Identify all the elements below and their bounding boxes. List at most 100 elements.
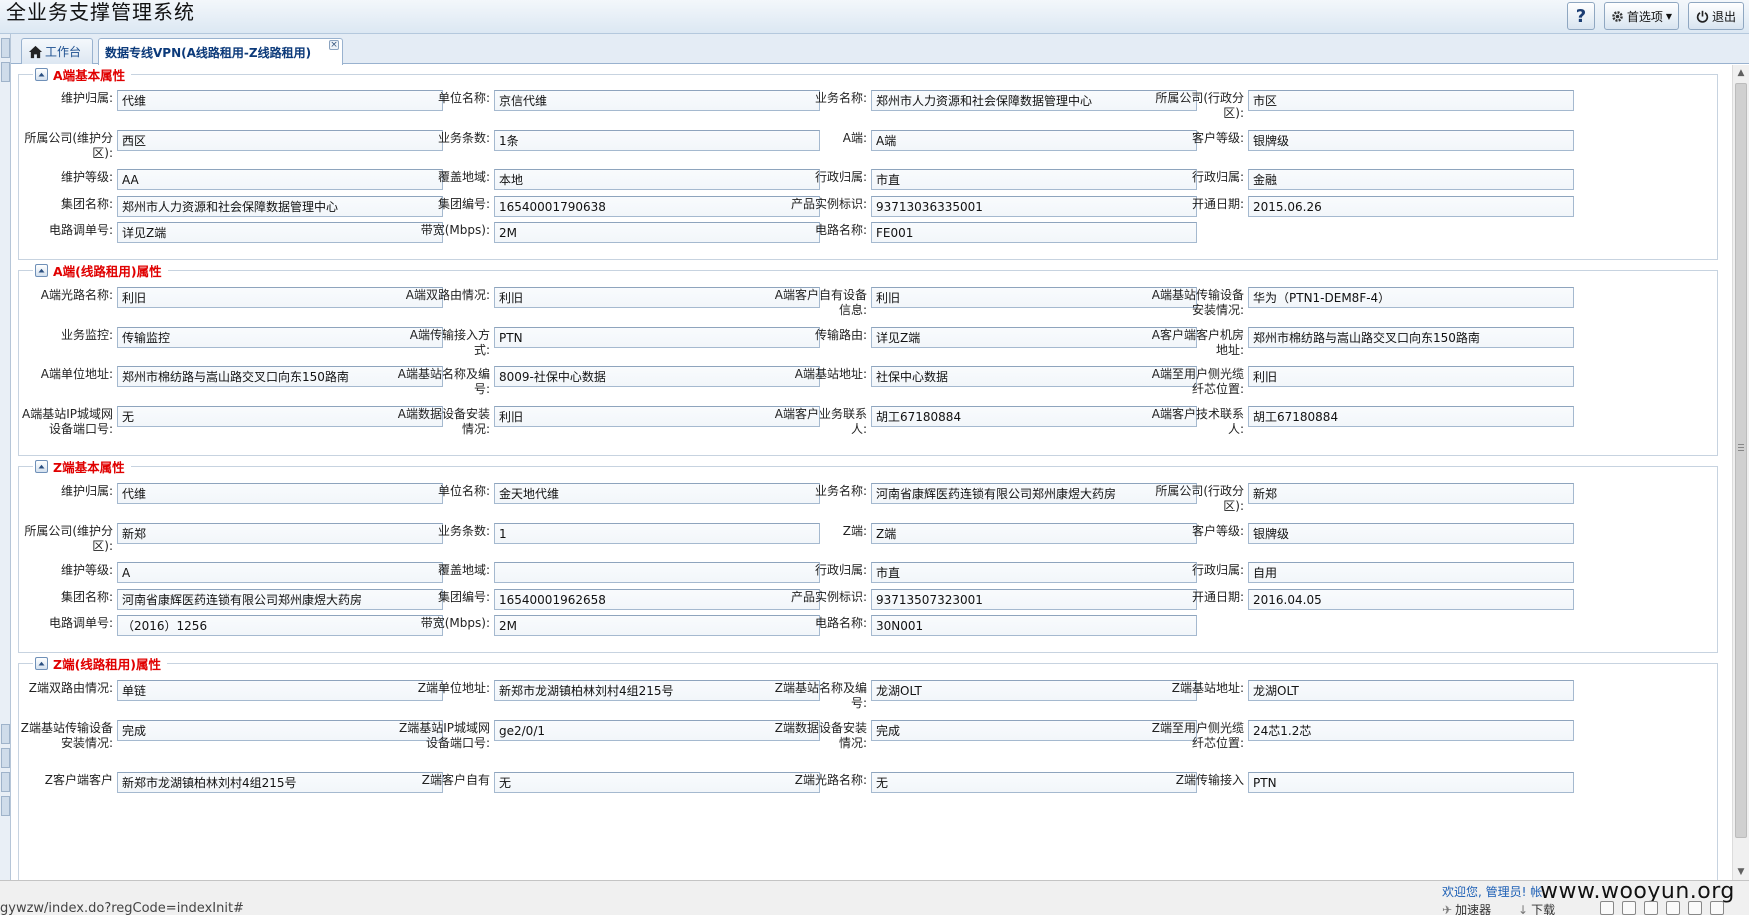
field-input[interactable] — [494, 483, 820, 504]
field-input[interactable] — [1248, 169, 1574, 190]
vertical-scrollbar[interactable]: ▲ ▼ — [1732, 65, 1749, 880]
field-input[interactable] — [494, 772, 820, 793]
field-input[interactable] — [871, 287, 1197, 308]
field-input[interactable] — [871, 406, 1197, 427]
field-input[interactable] — [494, 680, 820, 701]
field-input[interactable] — [494, 130, 820, 151]
field-label: Z端传输接入 — [1175, 773, 1244, 787]
field-input[interactable] — [871, 772, 1197, 793]
left-collapsed-panel[interactable] — [0, 34, 11, 880]
field-input[interactable] — [494, 287, 820, 308]
close-icon[interactable]: × — [329, 40, 339, 50]
field-input[interactable] — [494, 615, 820, 636]
status-icon[interactable] — [1710, 901, 1724, 915]
field-input[interactable] — [871, 720, 1197, 741]
collapse-icon[interactable] — [35, 263, 48, 277]
field-input[interactable] — [871, 562, 1197, 583]
field-input[interactable] — [1248, 523, 1574, 544]
logout-button[interactable]: 退出 — [1688, 2, 1744, 30]
field-input[interactable] — [117, 772, 443, 793]
field-input[interactable] — [871, 196, 1197, 217]
field-input[interactable] — [1248, 196, 1574, 217]
collapse-icon[interactable] — [35, 656, 48, 670]
field-input[interactable] — [117, 169, 443, 190]
field-input[interactable] — [117, 720, 443, 741]
status-icon[interactable] — [1622, 901, 1636, 915]
scroll-thumb[interactable] — [1735, 83, 1747, 838]
left-panel-tab[interactable] — [1, 772, 10, 792]
field-input[interactable] — [494, 523, 820, 544]
field-input[interactable] — [117, 523, 443, 544]
field-input[interactable] — [117, 222, 443, 243]
field-input[interactable] — [1248, 720, 1574, 741]
field-label: 带宽(Mbps): — [420, 223, 490, 237]
field-input[interactable] — [1248, 90, 1574, 111]
field-input[interactable] — [871, 90, 1197, 111]
field-input[interactable] — [871, 169, 1197, 190]
status-icon[interactable] — [1666, 901, 1680, 915]
field-input[interactable] — [1248, 483, 1574, 504]
field-input[interactable] — [117, 562, 443, 583]
collapse-icon[interactable] — [35, 459, 48, 473]
field-input[interactable] — [117, 680, 443, 701]
field-input[interactable] — [117, 287, 443, 308]
field-input[interactable] — [117, 130, 443, 151]
field-input[interactable] — [494, 562, 820, 583]
field-input[interactable] — [871, 589, 1197, 610]
field-input[interactable] — [871, 130, 1197, 151]
field-input[interactable] — [117, 196, 443, 217]
field-input[interactable] — [871, 366, 1197, 387]
field-input[interactable] — [117, 90, 443, 111]
field-input[interactable] — [871, 615, 1197, 636]
chevron-down-icon: ▼ — [1665, 11, 1673, 21]
field-input[interactable] — [871, 680, 1197, 701]
help-button[interactable]: ? — [1567, 2, 1595, 30]
left-panel-tab[interactable] — [1, 724, 10, 744]
field-input[interactable] — [1248, 589, 1574, 610]
status-icon[interactable] — [1600, 901, 1614, 915]
field-input[interactable] — [494, 196, 820, 217]
field-label: 所属公司(行政分区): — [1155, 484, 1244, 513]
field-input[interactable] — [1248, 562, 1574, 583]
left-panel-tab[interactable] — [1, 748, 10, 768]
field-input[interactable] — [871, 483, 1197, 504]
field-input[interactable] — [1248, 772, 1574, 793]
field-input[interactable] — [494, 327, 820, 348]
field-input[interactable] — [1248, 366, 1574, 387]
accelerator-button[interactable]: ✈ 加速器 — [1442, 901, 1491, 915]
field-input[interactable] — [494, 90, 820, 111]
options-button[interactable]: 首选项 ▼ — [1604, 2, 1679, 30]
scroll-down-arrow-icon[interactable]: ▼ — [1733, 864, 1749, 880]
field-input[interactable] — [117, 406, 443, 427]
scroll-up-arrow-icon[interactable]: ▲ — [1733, 65, 1749, 81]
field-input[interactable] — [117, 327, 443, 348]
field-input[interactable] — [871, 222, 1197, 243]
field-input[interactable] — [871, 327, 1197, 348]
field-input[interactable] — [1248, 287, 1574, 308]
field-input[interactable] — [871, 523, 1197, 544]
field-input[interactable] — [494, 366, 820, 387]
download-button[interactable]: ↓ 下载 — [1518, 901, 1555, 915]
tab-workbench[interactable]: 工作台 — [21, 38, 93, 64]
tab-data-line-vpn[interactable]: 数据专线VPN(A线路租用-Z线路租用) × — [98, 38, 343, 65]
field-input[interactable] — [494, 222, 820, 243]
field-input[interactable] — [117, 615, 443, 636]
field-input[interactable] — [117, 366, 443, 387]
left-panel-tab[interactable] — [1, 38, 10, 58]
field-input[interactable] — [1248, 680, 1574, 701]
status-icon[interactable] — [1644, 901, 1658, 915]
status-icon[interactable] — [1688, 901, 1702, 915]
field-input[interactable] — [1248, 130, 1574, 151]
left-panel-tab[interactable] — [1, 796, 10, 816]
field-input[interactable] — [494, 406, 820, 427]
field-input[interactable] — [494, 169, 820, 190]
welcome-text[interactable]: 欢迎您, 管理员! 帐 — [1442, 883, 1542, 900]
collapse-icon[interactable] — [35, 67, 48, 81]
field-input[interactable] — [117, 589, 443, 610]
left-panel-tab[interactable] — [1, 62, 10, 82]
field-input[interactable] — [1248, 327, 1574, 348]
field-input[interactable] — [1248, 406, 1574, 427]
field-input[interactable] — [494, 720, 820, 741]
field-input[interactable] — [494, 589, 820, 610]
field-input[interactable] — [117, 483, 443, 504]
